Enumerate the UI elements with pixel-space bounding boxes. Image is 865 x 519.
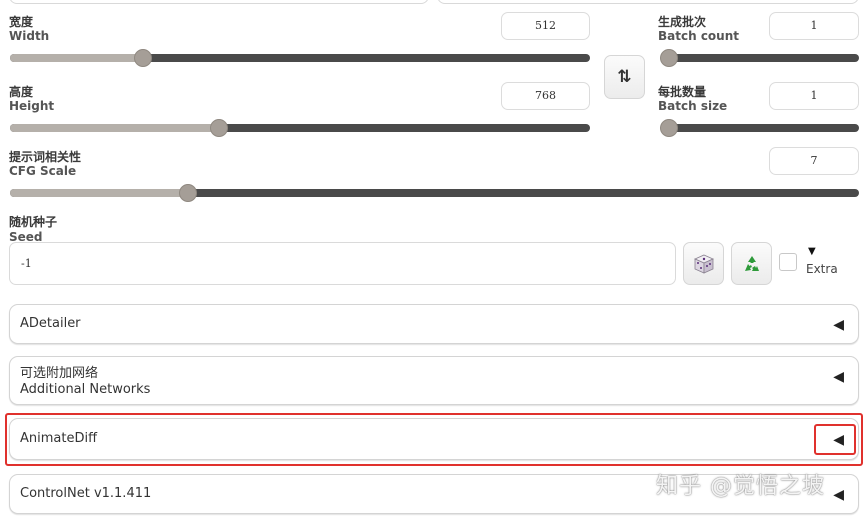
recycle-icon <box>744 255 759 271</box>
top-left-input[interactable] <box>9 0 429 4</box>
dice-icon <box>693 254 714 274</box>
cfg-scale-number-input[interactable]: 7 <box>769 147 859 175</box>
controlnet-collapse-icon[interactable]: ◀ <box>833 487 844 503</box>
cfg-scale-slider-fill <box>10 189 189 197</box>
width-label-en: Width <box>9 29 50 43</box>
batch-size-slider-thumb[interactable] <box>660 119 678 137</box>
extra-seed-checkbox[interactable] <box>779 253 797 271</box>
random-seed-button[interactable] <box>683 242 724 285</box>
adetailer-collapse-icon[interactable]: ◀ <box>833 317 844 333</box>
width-label-zh: 宽度 <box>9 15 34 29</box>
batch-size-label-en: Batch size <box>658 99 728 113</box>
cfg-scale-label-en: CFG Scale <box>9 164 77 178</box>
height-slider-fill <box>10 124 219 132</box>
reuse-seed-button[interactable] <box>731 242 772 285</box>
additional-networks-title-en: Additional Networks <box>20 382 151 397</box>
batch-count-label-en: Batch count <box>658 29 739 43</box>
adetailer-title: ADetailer <box>20 316 81 331</box>
animatediff-title: AnimateDiff <box>20 431 98 446</box>
width-slider-thumb[interactable] <box>134 49 153 67</box>
cfg-scale-slider-thumb[interactable] <box>179 184 198 202</box>
extra-label[interactable]: Extra <box>806 262 838 276</box>
swap-dimensions-button[interactable]: ⇅ <box>604 55 645 99</box>
batch-size-slider[interactable] <box>660 119 859 137</box>
batch-size-label-zh: 每批数量 <box>658 85 707 99</box>
additional-networks-collapse-icon[interactable]: ◀ <box>833 369 844 385</box>
batch-count-slider[interactable] <box>660 49 859 67</box>
adetailer-panel[interactable]: ADetailer ◀ <box>9 304 859 344</box>
height-label-zh: 高度 <box>9 85 34 99</box>
controlnet-title: ControlNet v1.1.411 <box>20 486 152 501</box>
height-slider[interactable] <box>10 119 590 137</box>
width-number-input[interactable]: 512 <box>501 12 590 40</box>
batch-count-label-zh: 生成批次 <box>658 15 707 29</box>
animatediff-collapse-icon[interactable]: ◀ <box>833 432 844 448</box>
cfg-scale-label-zh: 提示词相关性 <box>9 150 82 164</box>
top-right-input[interactable] <box>437 0 859 4</box>
seed-label-zh: 随机种子 <box>9 215 58 229</box>
watermark-text: 知乎 @觉悟之坡 <box>656 474 825 499</box>
additional-networks-title-zh: 可选附加网络 <box>20 366 99 381</box>
extra-expand-icon[interactable]: ▼ <box>808 247 816 257</box>
seed-input[interactable]: -1 <box>9 242 676 285</box>
width-slider[interactable] <box>10 49 590 67</box>
batch-size-number-input[interactable]: 1 <box>769 82 859 110</box>
swap-vertical-icon: ⇅ <box>617 67 632 87</box>
height-label-en: Height <box>9 99 55 113</box>
batch-count-slider-thumb[interactable] <box>660 49 678 67</box>
height-slider-thumb[interactable] <box>209 119 228 137</box>
width-slider-fill <box>10 54 144 62</box>
batch-count-number-input[interactable]: 1 <box>769 12 859 40</box>
height-number-input[interactable]: 768 <box>501 82 590 110</box>
additional-networks-panel[interactable]: 可选附加网络 Additional Networks ◀ <box>9 356 859 405</box>
cfg-scale-slider[interactable] <box>10 184 859 202</box>
animatediff-panel[interactable]: AnimateDiff ◀ <box>9 418 859 460</box>
